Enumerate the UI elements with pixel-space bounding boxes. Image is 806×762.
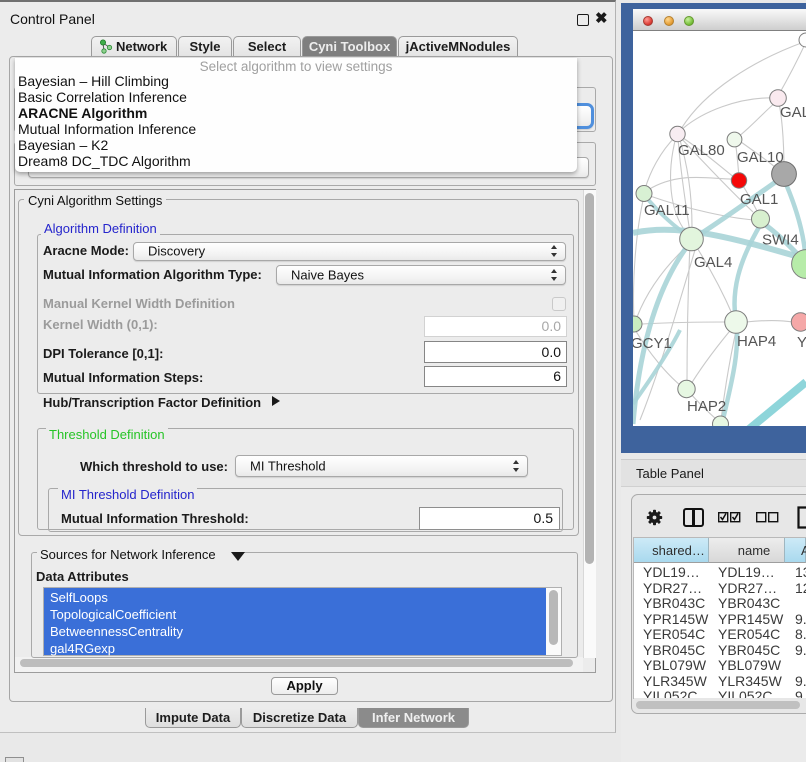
svg-text:Y: Y (797, 334, 806, 351)
svg-text:GAL10: GAL10 (737, 149, 784, 166)
svg-text:GAL80: GAL80 (678, 142, 725, 159)
svg-text:SWI4: SWI4 (762, 232, 799, 249)
svg-text:HAP4: HAP4 (737, 333, 776, 350)
svg-text:GAL11: GAL11 (644, 202, 690, 219)
svg-text:GAL4: GAL4 (694, 254, 732, 271)
svg-text:GAL7: GAL7 (780, 104, 806, 121)
svg-text:GAL1: GAL1 (740, 191, 778, 208)
svg-text:HAP2: HAP2 (687, 398, 726, 415)
svg-text:GCY1: GCY1 (633, 335, 672, 352)
